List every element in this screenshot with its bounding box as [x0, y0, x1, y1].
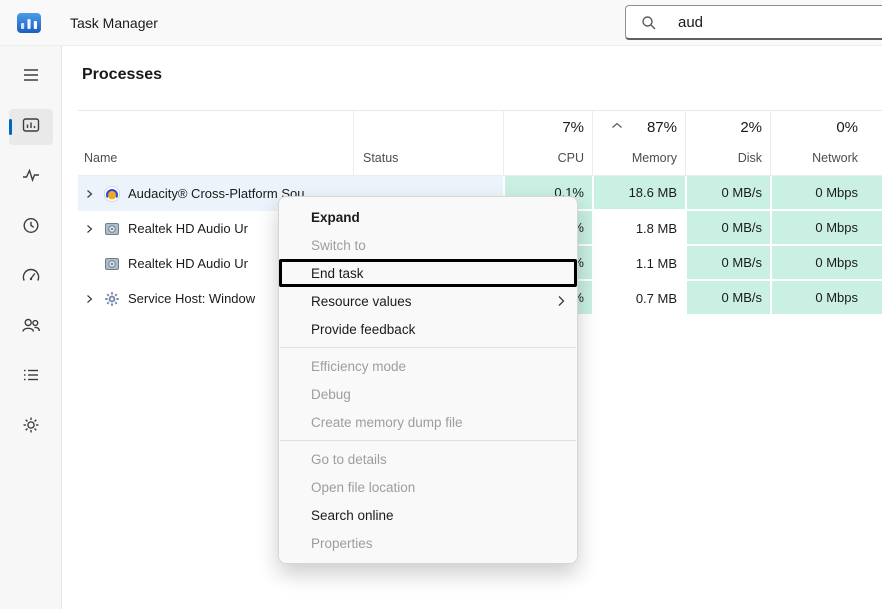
disk-cell: 0 MB/s [685, 281, 770, 316]
processes-icon [21, 115, 41, 140]
disk-aggregate: 2% [740, 119, 762, 136]
selection-accent-pill [9, 119, 12, 135]
table-header-row: Name Status 7% CPU 87% Memory 2% Di [78, 110, 882, 176]
performance-icon [21, 165, 41, 190]
sort-chevron-up-icon [611, 116, 623, 134]
hamburger-menu-icon [21, 65, 41, 90]
column-header-disk[interactable]: 2% Disk [685, 111, 770, 175]
memory-aggregate: 87% [647, 119, 677, 136]
column-header-memory[interactable]: 87% Memory [592, 111, 685, 175]
menu-item-open-file-location: Open file location [279, 473, 577, 501]
menu-separator [280, 440, 576, 441]
audacity-icon [104, 186, 120, 202]
realtek-audio-icon [104, 221, 120, 237]
menu-item-efficiency-mode: Efficiency mode [279, 352, 577, 380]
search-box[interactable] [625, 5, 882, 40]
app-history-icon [21, 215, 41, 240]
details-icon [21, 365, 41, 390]
sidebar-item-users[interactable] [9, 309, 53, 345]
expand-chevron-icon[interactable] [84, 189, 104, 199]
network-aggregate: 0% [836, 119, 858, 136]
column-header-cpu[interactable]: 7% CPU [503, 111, 592, 175]
process-name: Audacity® Cross-Platform Sou [128, 186, 304, 201]
search-icon [641, 15, 657, 36]
sidebar-item-services[interactable] [9, 409, 53, 445]
page-title: Processes [82, 66, 162, 84]
users-icon [21, 315, 41, 340]
menu-item-end-task[interactable]: End task [279, 259, 577, 287]
task-manager-window: Task Manager [0, 0, 882, 609]
startup-apps-icon [21, 265, 41, 290]
network-cell: 0 Mbps [770, 246, 882, 281]
menu-item-search-online[interactable]: Search online [279, 501, 577, 529]
network-cell: 0 Mbps [770, 211, 882, 246]
menu-item-expand[interactable]: Expand [279, 203, 577, 231]
memory-cell: 18.6 MB [592, 176, 685, 211]
network-cell: 0 Mbps [770, 281, 882, 316]
menu-separator [280, 347, 576, 348]
services-icon [21, 415, 41, 440]
disk-cell: 0 MB/s [685, 211, 770, 246]
expand-chevron-icon[interactable] [84, 224, 104, 234]
disk-cell: 0 MB/s [685, 176, 770, 211]
submenu-chevron-right-icon [557, 295, 565, 307]
memory-cell: 1.8 MB [592, 211, 685, 246]
task-manager-app-icon [16, 10, 42, 36]
process-name: Realtek HD Audio Ur [128, 256, 248, 271]
sidebar-item-details[interactable] [9, 359, 53, 395]
menu-item-debug: Debug [279, 380, 577, 408]
memory-cell: 0.7 MB [592, 281, 685, 316]
process-name: Service Host: Window [128, 291, 255, 306]
menu-item-properties: Properties [279, 529, 577, 557]
memory-cell: 1.1 MB [592, 246, 685, 281]
menu-item-switch-to: Switch to [279, 231, 577, 259]
sidebar-item-processes[interactable] [9, 109, 53, 145]
service-host-gear-icon [104, 291, 120, 307]
disk-cell: 0 MB/s [685, 246, 770, 281]
menu-item-go-to-details: Go to details [279, 445, 577, 473]
search-input[interactable] [678, 6, 868, 38]
column-header-network[interactable]: 0% Network [770, 111, 882, 175]
network-cell: 0 Mbps [770, 176, 882, 211]
cpu-aggregate: 7% [562, 119, 584, 136]
menu-item-create-memory-dump-file: Create memory dump file [279, 408, 577, 436]
window-title: Task Manager [70, 0, 158, 46]
context-menu: Expand Switch to End task Resource value… [278, 196, 578, 564]
realtek-audio-icon [104, 256, 120, 272]
sidebar-item-startup-apps[interactable] [9, 259, 53, 295]
sidebar [0, 46, 62, 609]
column-header-status[interactable]: Status [353, 111, 503, 175]
sidebar-item-performance[interactable] [9, 159, 53, 195]
menu-item-resource-values[interactable]: Resource values [279, 287, 577, 315]
expand-chevron-icon[interactable] [84, 294, 104, 304]
process-name: Realtek HD Audio Ur [128, 221, 248, 236]
title-bar: Task Manager [0, 0, 882, 46]
sidebar-menu-button[interactable] [9, 59, 53, 95]
sidebar-item-app-history[interactable] [9, 209, 53, 245]
column-header-name[interactable]: Name [78, 111, 353, 175]
menu-item-provide-feedback[interactable]: Provide feedback [279, 315, 577, 343]
